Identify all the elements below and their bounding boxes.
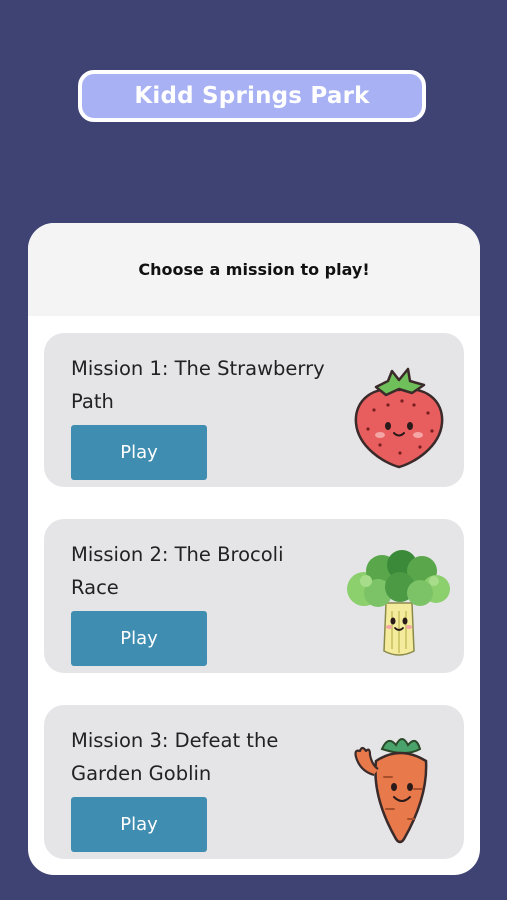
play-button-mission-3[interactable]: Play bbox=[71, 797, 207, 852]
play-button-mission-1[interactable]: Play bbox=[71, 425, 207, 480]
mission-title: Mission 2: The Brocoli Race bbox=[71, 543, 284, 599]
mission-title: Mission 1: The Strawberry Path bbox=[71, 357, 325, 413]
mission-card-3: Mission 3: Defeat the Garden Goblin Play bbox=[44, 705, 464, 859]
mission-card-2: Mission 2: The Brocoli Race Play bbox=[44, 519, 464, 673]
mission-panel: Choose a mission to play! Mission 1: The… bbox=[28, 223, 480, 875]
broccoli-icon bbox=[344, 541, 454, 661]
play-button-mission-2[interactable]: Play bbox=[71, 611, 207, 666]
panel-heading: Choose a mission to play! bbox=[28, 223, 480, 316]
mission-card-1: Mission 1: The Strawberry Path Play bbox=[44, 333, 464, 487]
strawberry-icon bbox=[344, 355, 454, 475]
park-title: Kidd Springs Park bbox=[78, 70, 426, 122]
carrot-icon bbox=[344, 727, 454, 847]
mission-title: Mission 3: Defeat the Garden Goblin bbox=[71, 729, 279, 785]
